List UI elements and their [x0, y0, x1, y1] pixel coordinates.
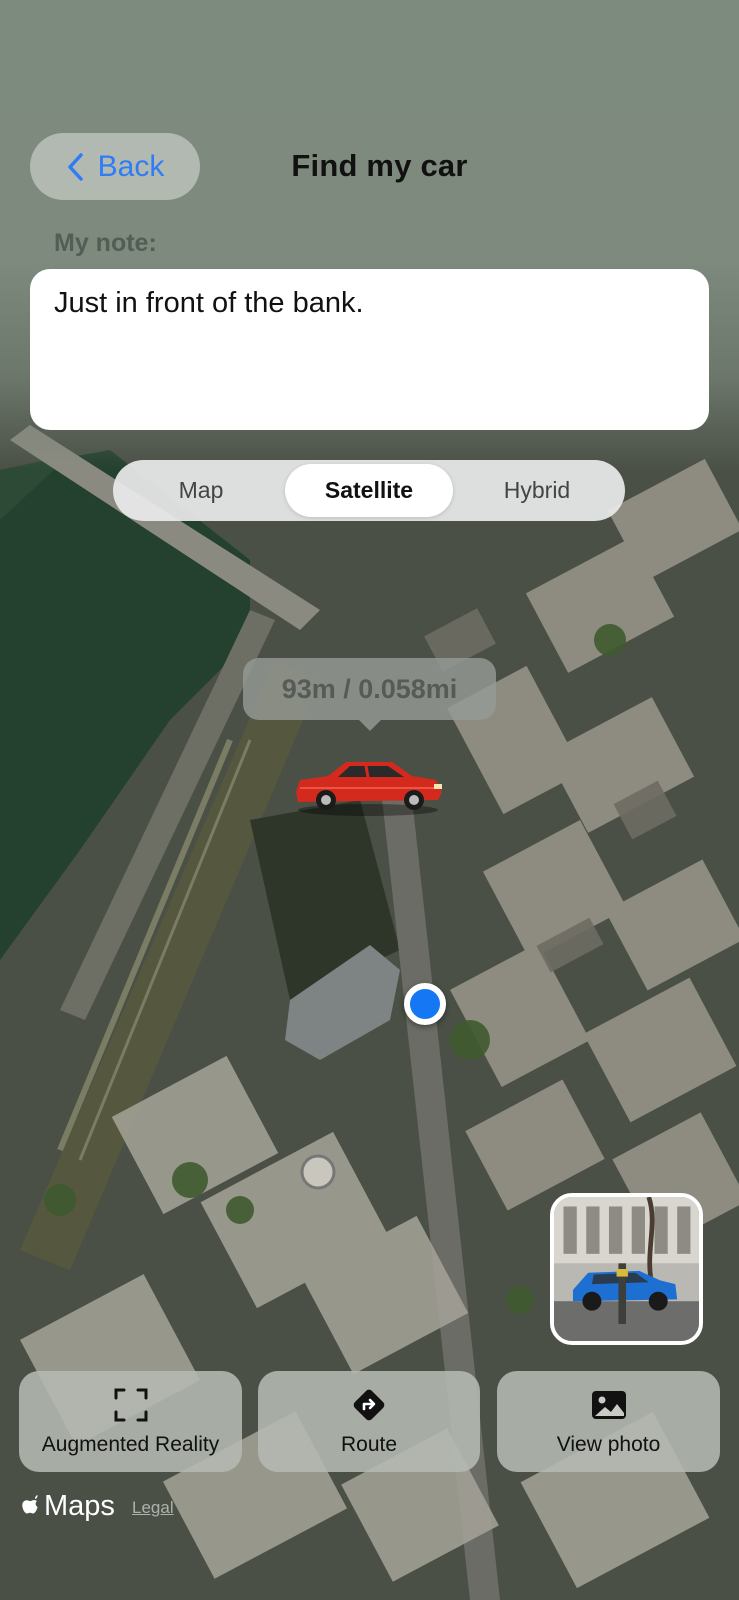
augmented-reality-button[interactable]: Augmented Reality [19, 1371, 242, 1472]
augmented-reality-label: Augmented Reality [41, 1432, 220, 1456]
maps-wordmark: Maps [44, 1490, 115, 1522]
distance-callout: 93m / 0.058mi [243, 658, 496, 731]
user-location-dot [404, 983, 446, 1025]
apple-logo-icon [22, 1494, 38, 1513]
map-type-segmented-control: Map Satellite Hybrid [113, 460, 625, 521]
red-car-icon[interactable] [288, 748, 448, 818]
page-title: Find my car [291, 148, 468, 183]
note-text: Just in front of the bank. [54, 287, 364, 319]
route-button[interactable]: Route [258, 1371, 480, 1472]
segment-map[interactable]: Map [117, 464, 285, 517]
route-label: Route [340, 1432, 398, 1456]
note-label: My note: [54, 229, 157, 257]
view-photo-label: View photo [556, 1432, 661, 1456]
car-photo-thumbnail[interactable] [550, 1193, 703, 1345]
segment-hybrid[interactable]: Hybrid [453, 464, 621, 517]
route-diamond-icon [353, 1389, 385, 1420]
note-field[interactable]: Just in front of the bank. [30, 269, 709, 430]
legal-link[interactable]: Legal [132, 1498, 174, 1518]
ar-frame-icon [114, 1388, 147, 1421]
photo-icon [591, 1390, 626, 1419]
apple-maps-logo: Maps [20, 1490, 115, 1523]
view-photo-button[interactable]: View photo [497, 1371, 720, 1472]
segment-satellite[interactable]: Satellite [285, 464, 453, 517]
car-photo-image [554, 1197, 699, 1341]
